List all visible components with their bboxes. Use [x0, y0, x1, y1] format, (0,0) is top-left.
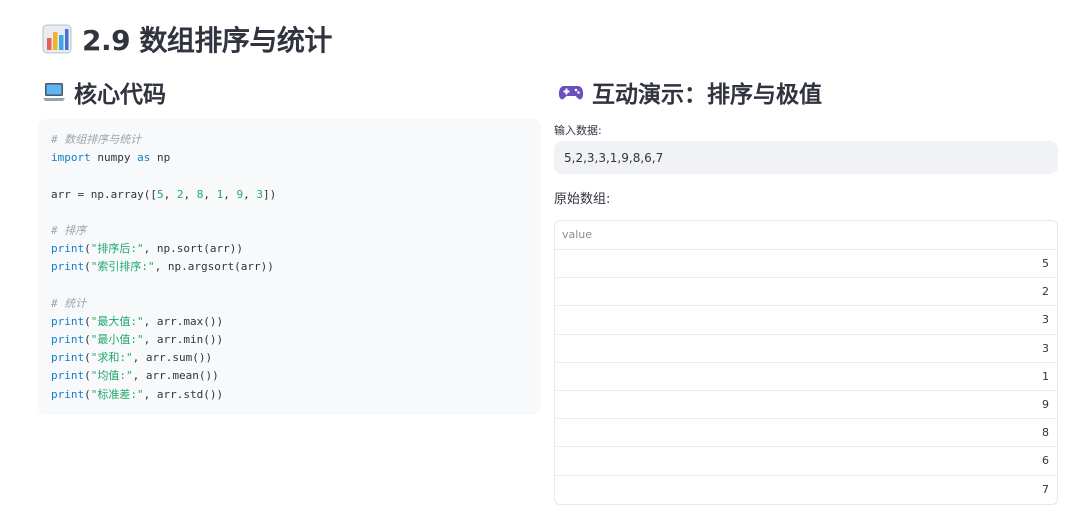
original-array-table[interactable]: value 523319867 — [554, 220, 1058, 505]
demo-heading-text: 互动演示：排序与极值 — [592, 82, 822, 108]
code-line: print("标准差:", arr.std()) — [51, 387, 224, 401]
bar-chart-icon — [42, 24, 72, 54]
table-row[interactable]: 5 — [555, 250, 1057, 279]
original-array-label: 原始数组: — [554, 192, 611, 207]
gamepad-icon — [558, 86, 584, 100]
code-line: import numpy as np — [51, 151, 171, 165]
table-row[interactable]: 8 — [555, 419, 1057, 448]
code-block[interactable]: # 数组排序与统计 import numpy as np arr = np.arr… — [38, 119, 541, 415]
code-line: print("最大值:", arr.max()) — [51, 314, 224, 328]
demo-section-heading: 互动演示：排序与极值 — [558, 74, 1058, 110]
code-line: print("排序后:", np.sort(arr)) — [51, 242, 243, 256]
table-row[interactable]: 6 — [555, 447, 1057, 476]
code-section-heading: 核心代码 — [42, 74, 541, 110]
code-line: # 排序 — [51, 223, 87, 237]
input-label: 输入数据: — [554, 124, 602, 137]
page-title-text: 2.9 数组排序与统计 — [82, 24, 332, 57]
table-row[interactable]: 9 — [555, 391, 1057, 420]
page-title: 2.9 数组排序与统计 — [42, 18, 332, 60]
code-line: print("索引排序:", np.argsort(arr)) — [51, 260, 274, 274]
table-row[interactable]: 1 — [555, 363, 1057, 391]
table-row[interactable]: 3 — [555, 306, 1057, 335]
code-line: # 统计 — [51, 296, 87, 310]
table-row[interactable]: 2 — [555, 278, 1057, 307]
table-header-value[interactable]: value — [555, 221, 1057, 250]
table-row[interactable]: 7 — [555, 476, 1057, 504]
code-line: print("均值:", arr.mean()) — [51, 369, 219, 383]
table-row[interactable]: 3 — [555, 335, 1057, 363]
laptop-icon — [43, 83, 65, 101]
code-line: print("最小值:", arr.min()) — [51, 333, 224, 347]
code-heading-text: 核心代码 — [74, 82, 166, 108]
code-line: arr = np.array([5, 2, 8, 1, 9, 3]) — [51, 187, 277, 201]
data-input[interactable] — [554, 141, 1058, 174]
code-line: print("求和:", arr.sum()) — [51, 351, 213, 365]
code-line: # 数组排序与统计 — [51, 133, 142, 146]
code-column: 核心代码 # 数组排序与统计 import numpy as np arr = n… — [38, 74, 541, 415]
demo-column: 互动演示：排序与极值 输入数据: 原始数组: value 523319867 — [554, 74, 1058, 505]
